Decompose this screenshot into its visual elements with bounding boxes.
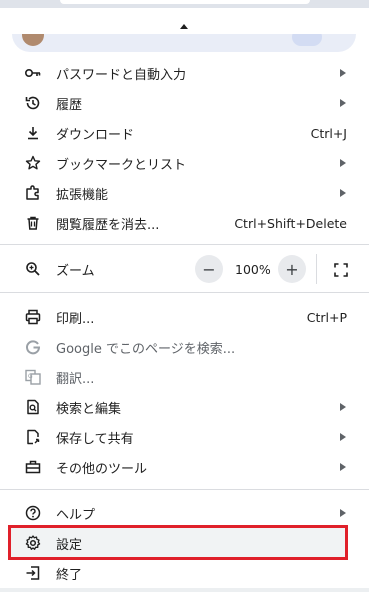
gear-icon bbox=[24, 534, 42, 552]
star-icon bbox=[24, 154, 42, 172]
menu-item-zoom: ズーム bbox=[0, 254, 369, 284]
chevron-right-icon bbox=[339, 508, 347, 518]
menu-item-label: Google でこのページを検索... bbox=[56, 341, 236, 357]
menu-item-extensions[interactable]: 拡張機能 bbox=[0, 178, 369, 208]
menu-item-label: 保存して共有 bbox=[56, 431, 134, 447]
puzzle-icon bbox=[24, 184, 42, 202]
zoom-separator bbox=[316, 254, 317, 284]
menu-item-settings[interactable]: 設定 bbox=[0, 528, 369, 558]
history-icon bbox=[24, 94, 42, 112]
key-icon bbox=[24, 64, 42, 82]
zoom-out-button[interactable]: − bbox=[195, 255, 223, 283]
menu-item-label: 履歴 bbox=[56, 97, 83, 113]
menu-item-label: 終了 bbox=[56, 567, 83, 583]
menu-item-save-share[interactable]: 保存して共有 bbox=[0, 422, 369, 452]
help-icon bbox=[24, 504, 42, 522]
print-icon bbox=[24, 308, 42, 326]
find-icon bbox=[24, 398, 42, 416]
menu-item-label: 印刷... bbox=[56, 311, 95, 327]
translate-icon: G bbox=[24, 368, 42, 386]
zoom-in-button[interactable]: + bbox=[278, 255, 306, 283]
menu-item-history[interactable]: 履歴 bbox=[0, 88, 369, 118]
menu-item-label: 検索と編集 bbox=[56, 401, 122, 417]
avatar bbox=[22, 34, 44, 46]
menu-divider bbox=[0, 292, 369, 293]
menu-item-translate[interactable]: G 翻訳... bbox=[0, 362, 369, 392]
menu-item-label: 閲覧履歴を消去... bbox=[56, 217, 160, 233]
menu-item-label: 設定 bbox=[56, 537, 83, 553]
menu-item-label: ダウンロード bbox=[56, 127, 135, 143]
shortcut-text: Ctrl+P bbox=[306, 309, 347, 325]
download-icon bbox=[24, 124, 42, 142]
chevron-right-icon bbox=[339, 68, 347, 78]
menu-item-clear-browsing-data[interactable]: 閲覧履歴を消去... Ctrl+Shift+Delete bbox=[0, 208, 369, 238]
menu-item-downloads[interactable]: ダウンロード Ctrl+J bbox=[0, 118, 369, 148]
menu-top-notch bbox=[60, 0, 310, 4]
menu-item-more-tools[interactable]: その他のツール bbox=[0, 452, 369, 482]
menu-divider bbox=[0, 489, 369, 490]
fullscreen-icon[interactable] bbox=[331, 260, 351, 280]
menu-top-frame bbox=[0, 0, 369, 8]
shortcut-text: Ctrl+J bbox=[310, 125, 347, 141]
chevron-right-icon bbox=[339, 462, 347, 472]
menu-item-label: その他のツール bbox=[56, 461, 148, 477]
menu-item-help[interactable]: ヘルプ bbox=[0, 498, 369, 528]
menu-item-find-edit[interactable]: 検索と編集 bbox=[0, 392, 369, 422]
scroll-up-arrow-icon[interactable] bbox=[176, 18, 192, 34]
menu-item-label: 拡張機能 bbox=[56, 187, 109, 203]
chevron-right-icon bbox=[339, 432, 347, 442]
menu-item-exit[interactable]: 終了 bbox=[0, 558, 369, 588]
save-share-icon bbox=[24, 428, 42, 446]
chevron-right-icon bbox=[339, 402, 347, 412]
exit-icon bbox=[24, 564, 42, 582]
menu-item-label: ズーム bbox=[56, 263, 95, 279]
menu-divider bbox=[0, 244, 369, 245]
google-g-icon bbox=[24, 338, 42, 356]
menu-bottom-edge bbox=[0, 588, 369, 592]
chevron-right-icon bbox=[339, 158, 347, 168]
menu-item-label: ヘルプ bbox=[56, 507, 96, 523]
menu-item-print[interactable]: 印刷... Ctrl+P bbox=[0, 302, 369, 332]
trash-icon bbox=[24, 214, 42, 232]
svg-text:G: G bbox=[28, 373, 33, 380]
menu-item-bookmarks[interactable]: ブックマークとリスト bbox=[0, 148, 369, 178]
menu-item-label: ブックマークとリスト bbox=[56, 157, 187, 173]
menu-item-label: 翻訳... bbox=[56, 371, 95, 387]
profile-pill bbox=[292, 34, 322, 46]
profile-row[interactable] bbox=[12, 34, 356, 52]
toolbox-icon bbox=[24, 458, 42, 476]
zoom-level: 100% bbox=[235, 262, 271, 277]
shortcut-text: Ctrl+Shift+Delete bbox=[234, 215, 347, 231]
menu-item-search-google[interactable]: Google でこのページを検索... bbox=[0, 332, 369, 362]
chevron-right-icon bbox=[339, 98, 347, 108]
menu-item-passwords[interactable]: パスワードと自動入力 bbox=[0, 58, 369, 88]
menu-item-label: パスワードと自動入力 bbox=[56, 67, 187, 83]
chevron-right-icon bbox=[339, 188, 347, 198]
zoom-icon bbox=[24, 260, 42, 278]
